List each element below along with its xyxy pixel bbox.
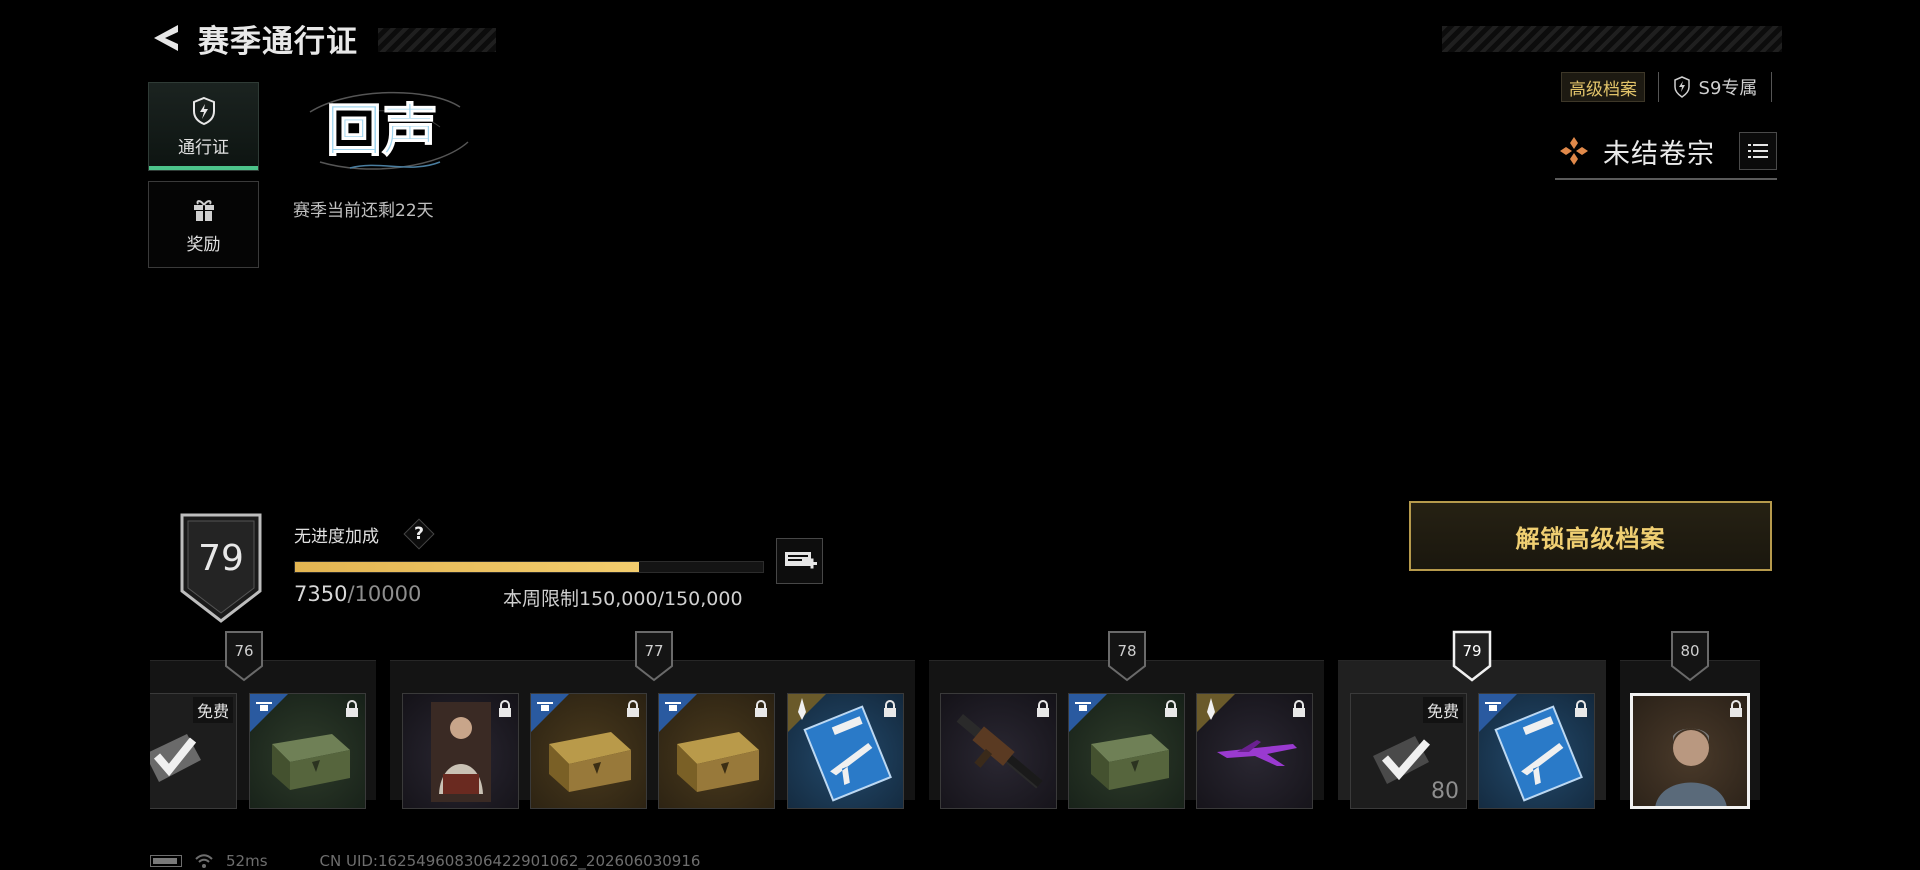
reward-card-portrait[interactable] <box>402 693 519 809</box>
header: 赛季通行证 <box>150 20 358 60</box>
current-level: 79 <box>198 538 244 579</box>
reward-card-gold-crate[interactable] <box>530 693 647 809</box>
reward-card-weapon-blueprint[interactable] <box>787 693 904 809</box>
tab-pass[interactable]: 通行证 <box>148 82 259 171</box>
weekly-limit-text: 本周限制150,000/150,000 <box>503 588 743 610</box>
free-label: 免费 <box>1422 697 1463 723</box>
list-icon <box>1748 144 1768 158</box>
reward-card-operator-portrait[interactable] <box>1630 693 1750 809</box>
back-arrow-icon <box>154 25 178 51</box>
header-hatch-decoration-right <box>1442 26 1782 52</box>
reward-card-rifle[interactable] <box>940 693 1057 809</box>
buy-level-button[interactable] <box>776 538 823 584</box>
unlock-premium-button[interactable]: 解锁高级档案 <box>1409 501 1772 571</box>
page-title: 赛季通行证 <box>198 23 358 60</box>
gift-icon <box>193 199 214 221</box>
case-emblem-icon <box>1560 137 1588 165</box>
s9-exclusive-label: S9专属 <box>1698 78 1758 99</box>
tier-tag-78-label: 78 <box>1117 642 1137 660</box>
tab-rewards[interactable]: 奖励 <box>148 181 259 268</box>
help-icon: ? <box>414 524 424 544</box>
season-logo-text: 回声 <box>326 99 438 164</box>
reward-card-free-claimed[interactable]: 免费 <box>150 693 237 809</box>
premium-archive-chip: 高级档案 <box>1561 72 1645 102</box>
lock-icon <box>627 700 639 717</box>
ticket-plus-icon <box>784 552 817 569</box>
tab-rewards-label: 奖励 <box>186 234 221 255</box>
lock-icon <box>1575 700 1587 717</box>
season-logo: 回声 <box>309 91 469 170</box>
xp-max: /10000 <box>347 582 422 606</box>
lock-icon <box>884 700 896 717</box>
reward-card-weapon-blueprint-2[interactable] <box>1478 693 1595 809</box>
list-button[interactable] <box>1739 132 1777 170</box>
wifi-icon <box>195 854 213 868</box>
progress-bonus-label: 无进度加成 <box>294 527 379 547</box>
tab-pass-label: 通行证 <box>178 137 229 158</box>
xp-current: 7350 <box>294 582 348 606</box>
reward-card-supply-crate[interactable] <box>249 693 366 809</box>
lock-icon <box>1730 700 1742 717</box>
tier-tag-79-label: 79 <box>1462 642 1482 660</box>
help-button[interactable]: ? <box>403 518 435 550</box>
reward-track: 76 免费 77 78 79 免费 80 80 <box>150 630 1760 830</box>
s9-exclusive-chip: S9专属 <box>1658 72 1772 102</box>
lock-icon <box>499 700 511 717</box>
pass-shield-icon <box>192 96 215 125</box>
reward-card-supply-crate-2[interactable] <box>1068 693 1185 809</box>
lock-icon <box>346 700 358 717</box>
reward-card-gold-crate-2[interactable] <box>658 693 775 809</box>
unfinished-case-row: 未结卷宗 <box>1555 124 1777 180</box>
free-card-level: 80 <box>1431 779 1459 804</box>
pass-shield-small-icon <box>1673 76 1690 98</box>
back-button[interactable] <box>150 21 184 55</box>
tier-tag-80-label: 80 <box>1680 642 1700 660</box>
battery-icon <box>150 855 182 867</box>
season-remaining-text: 赛季当前还剩22天 <box>293 201 434 221</box>
ping-text: 52ms <box>226 852 268 870</box>
tier-tag-76-label: 76 <box>234 642 254 660</box>
reward-card-jet-skin[interactable] <box>1196 693 1313 809</box>
status-bar: 52ms CN UID:1625496083064229010​62_20260… <box>150 852 700 870</box>
lock-icon <box>1293 700 1305 717</box>
free-label: 免费 <box>192 697 233 723</box>
tier-tag-77-label: 77 <box>644 642 664 660</box>
xp-progress-fill <box>295 562 639 572</box>
xp-progress-bar <box>294 561 764 573</box>
reward-card-free-claimed-79[interactable]: 免费 80 <box>1350 693 1467 809</box>
lock-icon <box>755 700 767 717</box>
xp-value: 7350/10000 <box>294 582 421 606</box>
lock-icon <box>1037 700 1049 717</box>
uid-text: CN UID:1625496083064229010​62_2026060309… <box>319 852 701 870</box>
unfinished-case-title: 未结卷宗 <box>1603 138 1715 170</box>
header-hatch-decoration <box>378 28 496 52</box>
lock-icon <box>1165 700 1177 717</box>
